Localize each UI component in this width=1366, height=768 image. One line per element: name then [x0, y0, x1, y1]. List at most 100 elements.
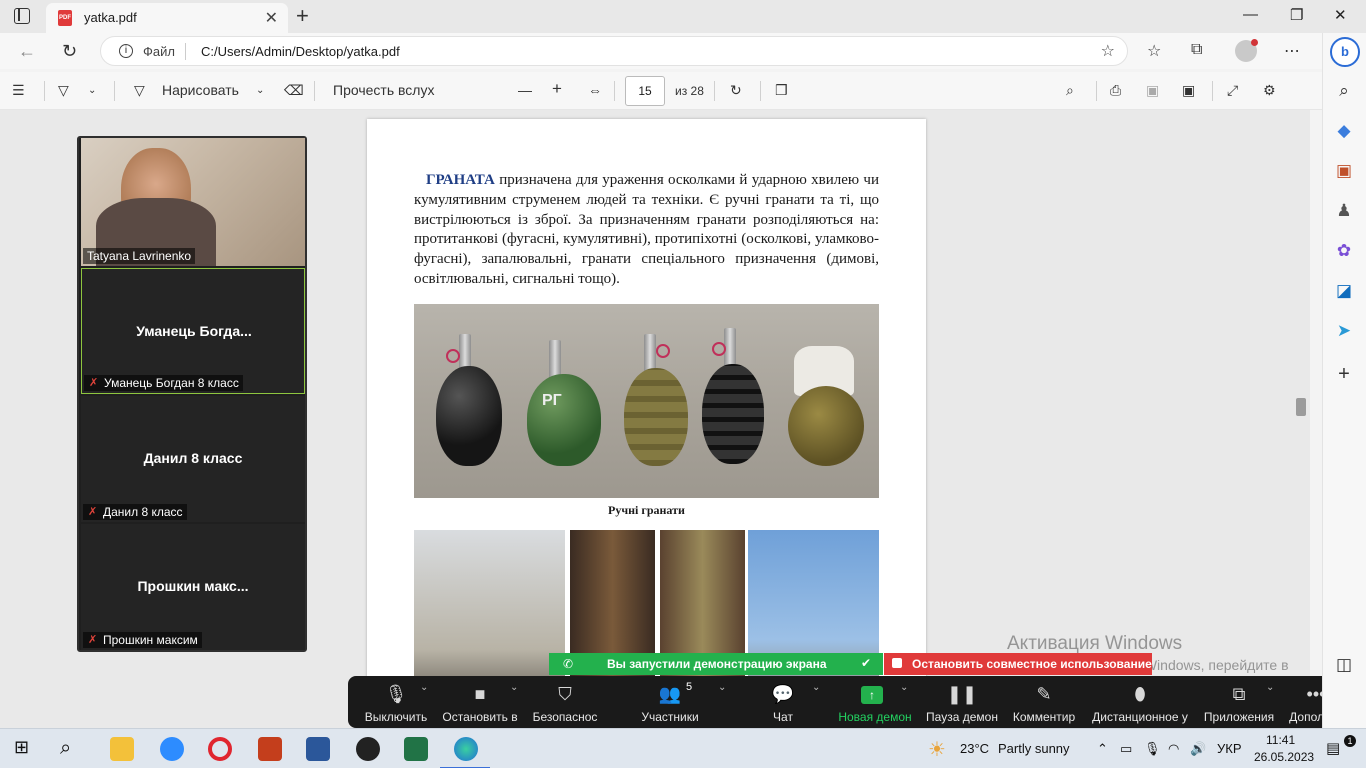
zoom-app-icon[interactable]	[160, 737, 184, 761]
bing-chat-icon[interactable]: b	[1330, 37, 1360, 67]
apps-options-icon[interactable]: ⌄	[1266, 682, 1274, 693]
participant-tile[interactable]: Прошкин макс... ✗ Прошкин максим	[81, 524, 305, 650]
fullscreen-icon[interactable]: ⤢	[1227, 82, 1238, 99]
microsoft365-icon[interactable]: ✿	[1333, 241, 1355, 261]
url-box[interactable]: i Файл C:/Users/Admin/Desktop/yatka.pdf …	[100, 36, 1128, 66]
print-icon[interactable]: ⎙	[1110, 82, 1121, 99]
taskbar-search-icon[interactable]: ⌕	[60, 737, 84, 761]
excel-icon[interactable]	[404, 737, 428, 761]
refresh-icon[interactable]: ↻	[62, 41, 77, 62]
url-separator	[185, 43, 186, 60]
stop-share-button[interactable]: Остановить совместное использование	[884, 653, 1152, 675]
participant-tile-active[interactable]: Уманець Богда... ✗ Уманець Богдан 8 класс	[81, 268, 305, 394]
show-hidden-icons[interactable]: ⌃	[1097, 741, 1108, 757]
opera-icon[interactable]	[208, 737, 232, 761]
file-explorer-icon[interactable]	[110, 737, 134, 761]
mute-options-icon[interactable]: ⌄	[420, 682, 428, 693]
tab-yatka[interactable]: PDF yatka.pdf ✕	[46, 3, 288, 33]
participants-button[interactable]: 👥 5 ⌄ Участники	[630, 676, 726, 728]
pause-share-button[interactable]: ❚❚ Пауза демон	[924, 676, 1000, 728]
clock-date[interactable]: 26.05.2023	[1254, 750, 1314, 764]
restore-icon[interactable]: ❐	[1290, 6, 1303, 24]
search-icon[interactable]: ⌕	[1333, 81, 1355, 101]
telegram-icon[interactable]: ➤	[1333, 321, 1355, 341]
rotate-icon[interactable]: ↻	[730, 82, 742, 99]
toolbox-icon[interactable]: ▣	[1333, 161, 1355, 181]
minimize-icon[interactable]: —	[1243, 6, 1258, 23]
contents-icon[interactable]: ☰	[12, 82, 25, 99]
add-favorite-icon[interactable]: ☆	[1101, 41, 1115, 61]
video-options-icon[interactable]: ⌄	[510, 682, 518, 693]
grenade-ring	[712, 342, 726, 356]
participant-tile-video[interactable]: Tatyana Lavrinenko	[81, 138, 305, 266]
page-view-icon[interactable]: ❒	[775, 82, 788, 99]
stop-video-button[interactable]: ■ ⌄ Остановить в	[440, 676, 520, 728]
mute-button[interactable]: 🎙 ⌄ Выключить	[356, 676, 436, 728]
security-button[interactable]: ⛉ Безопаснос	[528, 676, 602, 728]
notifications-icon[interactable]: ▤	[1326, 739, 1340, 757]
remote-control-button[interactable]: ⬮ Дистанционное у	[1088, 676, 1192, 728]
shield-check-icon: ✔	[861, 656, 872, 670]
pen-icon: ✎	[1036, 684, 1052, 704]
outlook-icon[interactable]: ◪	[1333, 281, 1355, 301]
chat-button[interactable]: 💬 ⌄ Чат	[748, 676, 821, 728]
games-icon[interactable]: ♟	[1333, 201, 1355, 221]
shopping-tag-icon[interactable]: ◆	[1333, 121, 1355, 141]
page-number-input[interactable]: 15	[625, 76, 665, 106]
volume-icon[interactable]: 🔊	[1190, 741, 1206, 757]
mic-tray-icon[interactable]: 🎙	[1144, 741, 1161, 757]
draw-icon[interactable]: ▽	[134, 82, 145, 99]
save-as-icon[interactable]: ▣	[1182, 82, 1195, 99]
new-tab-button[interactable]: +	[296, 3, 309, 29]
weather-icon[interactable]: ☀	[928, 737, 946, 762]
start-windows-icon[interactable]: ⊞	[14, 737, 38, 761]
read-aloud-button[interactable]: Прочесть вслух	[333, 82, 434, 98]
pause-icon: ❚❚	[946, 684, 978, 704]
wifi-icon[interactable]: ◠	[1168, 741, 1179, 757]
find-icon[interactable]: ⌕	[1066, 82, 1074, 99]
save-icon[interactable]: ▣	[1146, 82, 1159, 99]
fit-width-icon[interactable]: ⇔	[588, 82, 602, 98]
highlight-dropdown-icon[interactable]: ⌄	[88, 85, 96, 96]
favorites-icon[interactable]: ☆	[1147, 41, 1161, 61]
participant-label: Tatyana Lavrinenko	[83, 248, 196, 264]
sidebar-layout-icon[interactable]: ◫	[1333, 655, 1355, 675]
participant-tile[interactable]: Данил 8 класс ✗ Данил 8 класс	[81, 396, 305, 522]
apps-button[interactable]: ⧉ ⌄ Приложения	[1200, 676, 1278, 728]
eraser-icon[interactable]: ⌫	[284, 82, 304, 99]
participants-count: 5	[686, 681, 693, 693]
more-menu-icon[interactable]: ⋯	[1284, 41, 1300, 61]
highlight-icon[interactable]: ▽	[58, 82, 69, 99]
collections-icon[interactable]: ⧉	[1191, 41, 1202, 59]
language-indicator[interactable]: УКР	[1217, 741, 1242, 756]
tab-actions-icon[interactable]	[14, 8, 30, 24]
url-text[interactable]: C:/Users/Admin/Desktop/yatka.pdf	[201, 44, 400, 59]
weather-temp[interactable]: 23°C	[960, 741, 989, 756]
clock-time[interactable]: 11:41	[1266, 733, 1295, 747]
draw-button[interactable]: Нарисовать	[162, 82, 239, 98]
edge-taskbar-icon[interactable]	[454, 737, 478, 761]
zoom-in-icon[interactable]: +	[552, 79, 562, 99]
close-window-icon[interactable]: ✕	[1334, 6, 1347, 24]
close-tab-icon[interactable]: ✕	[265, 8, 278, 28]
zoom-out-icon[interactable]: —	[518, 82, 532, 98]
draw-dropdown-icon[interactable]: ⌄	[256, 85, 264, 96]
participants-options-icon[interactable]: ⌄	[718, 682, 726, 693]
media-player-icon[interactable]	[356, 737, 380, 761]
add-sidebar-app-icon[interactable]: +	[1333, 363, 1355, 386]
word-icon[interactable]	[306, 737, 330, 761]
info-icon[interactable]: i	[119, 44, 133, 58]
share-options-icon[interactable]: ⌄	[900, 682, 908, 693]
powerpoint-icon[interactable]	[258, 737, 282, 761]
settings-gear-icon[interactable]: ⚙	[1263, 82, 1276, 99]
vertical-scrollbar-thumb[interactable]	[1296, 398, 1306, 416]
back-icon[interactable]: ←	[18, 41, 36, 62]
profile-avatar[interactable]	[1235, 39, 1258, 62]
battery-icon[interactable]: ▭	[1120, 741, 1132, 757]
participant-label: ✗ Прошкин максим	[83, 632, 202, 648]
weather-text[interactable]: Partly sunny	[998, 741, 1070, 756]
browser-tab-bar: PDF yatka.pdf ✕ + — ❐ ✕	[0, 0, 1366, 33]
chat-options-icon[interactable]: ⌄	[812, 682, 820, 693]
new-share-button[interactable]: ↑ ⌄ Новая демон	[834, 676, 916, 728]
annotate-button[interactable]: ✎ Комментир	[1008, 676, 1080, 728]
